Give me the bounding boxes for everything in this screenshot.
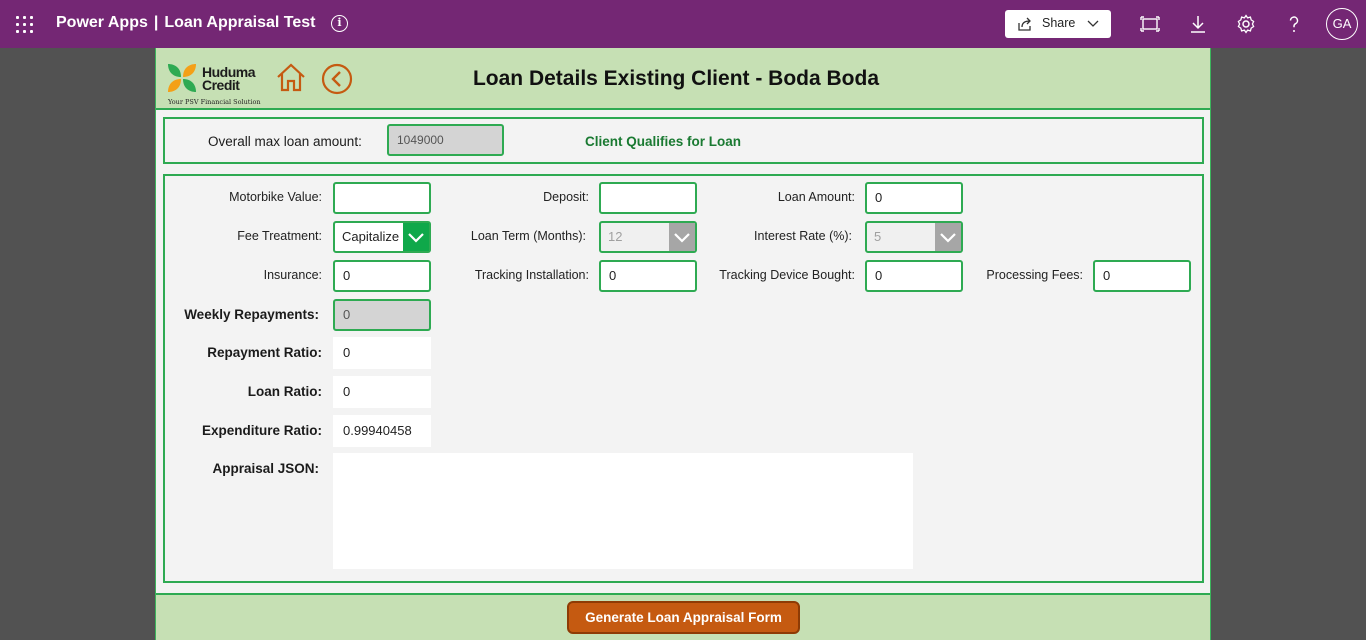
chevron-down-icon[interactable]	[669, 223, 695, 251]
processing-fees-label: Processing Fees:	[986, 268, 1083, 282]
info-icon[interactable]: i	[331, 15, 348, 32]
loan-amount-input[interactable]: 0	[865, 182, 963, 214]
fee-treatment-dropdown[interactable]: Capitalize	[333, 221, 431, 253]
loan-term-dropdown[interactable]: 12	[599, 221, 697, 253]
motorbike-value-label: Motorbike Value:	[229, 190, 322, 204]
product-name: Power Apps	[56, 14, 148, 31]
deposit-input[interactable]	[599, 182, 697, 214]
generate-appraisal-form-button[interactable]: Generate Loan Appraisal Form	[567, 601, 800, 634]
tracking-device-input[interactable]: 0	[865, 260, 963, 292]
interest-rate-dropdown[interactable]: 5	[865, 221, 963, 253]
processing-fees-input[interactable]: 0	[1093, 260, 1191, 292]
settings-gear-icon[interactable]	[1235, 13, 1257, 35]
loan-amount-label: Loan Amount:	[777, 190, 855, 204]
motorbike-value-input[interactable]	[333, 182, 431, 214]
overall-max-field: 1049000	[387, 124, 504, 156]
tracking-device-label: Tracking Device Bought:	[719, 268, 855, 282]
appraisal-json-label: Appraisal JSON:	[212, 461, 319, 476]
chevron-down-icon	[1087, 20, 1099, 27]
fee-treatment-label: Fee Treatment:	[237, 229, 322, 243]
expenditure-ratio-value: 0.99940458	[333, 415, 431, 447]
fee-treatment-value: Capitalize	[342, 229, 400, 244]
summary-panel: Overall max loan amount: 1049000 Client …	[163, 117, 1204, 164]
repayment-ratio-label: Repayment Ratio:	[207, 345, 322, 360]
interest-rate-value: 5	[874, 229, 882, 244]
loan-ratio-label: Loan Ratio:	[247, 384, 322, 399]
user-avatar[interactable]: GA	[1326, 8, 1358, 40]
app-title: Power Apps | Loan Appraisal Test	[56, 14, 316, 32]
loan-term-label: Loan Term (Months):	[470, 229, 586, 243]
title-separator: |	[153, 14, 159, 31]
weekly-repayments-field: 0	[333, 299, 431, 331]
power-apps-topbar: Power Apps | Loan Appraisal Test i Share G…	[0, 0, 1366, 48]
appraisal-json-textarea[interactable]	[333, 453, 913, 569]
loan-form-panel: Motorbike Value: Deposit: Loan Amount: 0…	[163, 174, 1204, 583]
expenditure-ratio-label: Expenditure Ratio:	[201, 423, 322, 438]
screen-footer: Generate Loan Appraisal Form	[156, 593, 1210, 640]
share-button[interactable]: Share	[1005, 10, 1111, 38]
overall-max-label: Overall max loan amount:	[208, 134, 362, 149]
tracking-installation-label: Tracking Installation:	[474, 268, 589, 282]
app-name: Loan Appraisal Test	[164, 14, 316, 31]
chevron-down-icon[interactable]	[935, 223, 961, 251]
screen-header: Huduma Credit Your PSV Financial Solutio…	[156, 48, 1210, 110]
loan-ratio-value: 0	[333, 376, 431, 408]
app-launcher-icon[interactable]	[14, 14, 34, 34]
tracking-installation-input[interactable]: 0	[599, 260, 697, 292]
interest-rate-label: Interest Rate (%):	[754, 229, 852, 243]
loan-term-value: 12	[608, 229, 623, 244]
deposit-label: Deposit:	[543, 190, 589, 204]
weekly-repayments-label: Weekly Repayments:	[184, 307, 319, 322]
help-icon[interactable]	[1283, 13, 1305, 35]
chevron-down-icon[interactable]	[403, 223, 429, 251]
app-canvas: Huduma Credit Your PSV Financial Solutio…	[155, 48, 1211, 640]
share-icon	[1018, 17, 1031, 31]
insurance-label: Insurance:	[263, 268, 322, 282]
logo-tagline: Your PSV Financial Solution	[168, 98, 261, 106]
page-title: Loan Details Existing Client - Boda Boda	[472, 67, 880, 90]
fit-to-window-icon[interactable]	[1139, 13, 1161, 35]
repayment-ratio-value: 0	[333, 337, 431, 369]
share-label: Share	[1042, 16, 1076, 30]
download-icon[interactable]	[1187, 13, 1209, 35]
insurance-input[interactable]: 0	[333, 260, 431, 292]
qualification-status: Client Qualifies for Loan	[585, 134, 742, 149]
